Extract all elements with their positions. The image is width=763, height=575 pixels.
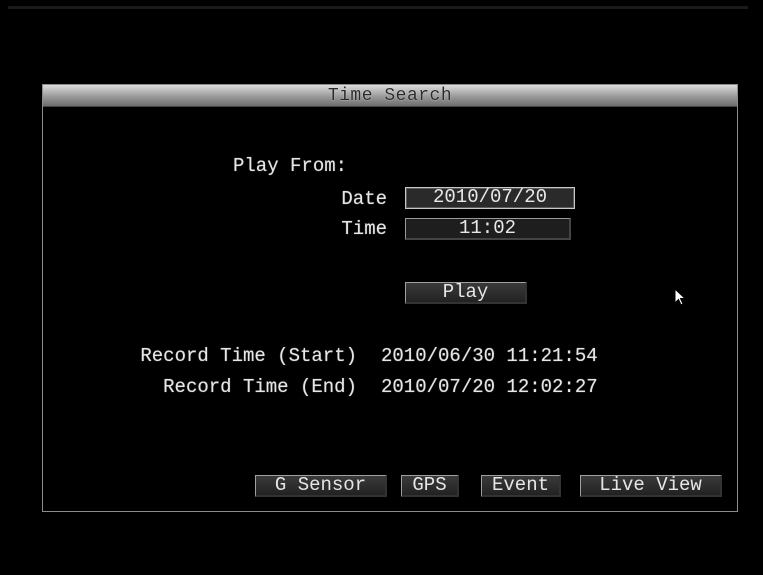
time-label: Time — [341, 218, 387, 240]
record-end-value: 2010/07/20 12:02:27 — [381, 376, 598, 398]
dialog-titlebar: Time Search — [43, 85, 737, 107]
gps-button[interactable]: GPS — [401, 475, 459, 497]
record-end-label: Record Time (End) — [163, 376, 357, 398]
date-label: Date — [341, 188, 387, 210]
record-start-value: 2010/06/30 11:21:54 — [381, 345, 598, 367]
dvr-screen: Time Search Play From: Date 2010/07/20 T… — [0, 0, 763, 575]
top-strip — [8, 6, 748, 9]
date-field[interactable]: 2010/07/20 — [405, 187, 575, 209]
live-view-button[interactable]: Live View — [580, 475, 722, 497]
event-button[interactable]: Event — [481, 475, 561, 497]
g-sensor-button[interactable]: G Sensor — [255, 475, 387, 497]
time-field[interactable]: 11:02 — [405, 218, 571, 240]
play-button[interactable]: Play — [405, 282, 527, 304]
dialog-title: Time Search — [327, 86, 453, 106]
play-from-heading: Play From: — [233, 155, 348, 177]
mouse-pointer-icon — [674, 288, 687, 306]
time-search-dialog: Time Search Play From: Date 2010/07/20 T… — [42, 84, 738, 512]
record-start-label: Record Time (Start) — [140, 345, 357, 367]
